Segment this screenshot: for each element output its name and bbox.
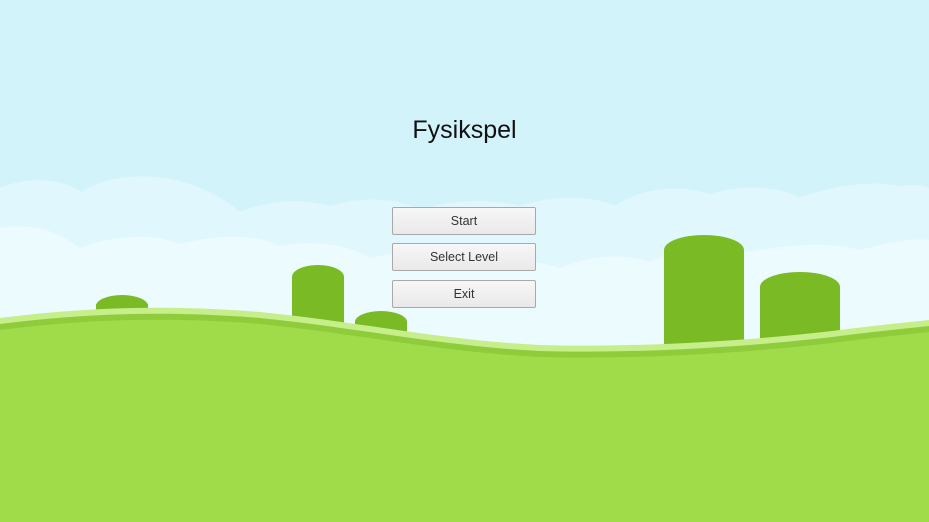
game-title: Fysikspel xyxy=(412,116,517,144)
game-scene: Fysikspel Start Select Level Exit xyxy=(0,0,929,522)
select-level-button[interactable]: Select Level xyxy=(392,243,536,271)
exit-button[interactable]: Exit xyxy=(392,280,536,308)
start-button[interactable]: Start xyxy=(392,207,536,235)
